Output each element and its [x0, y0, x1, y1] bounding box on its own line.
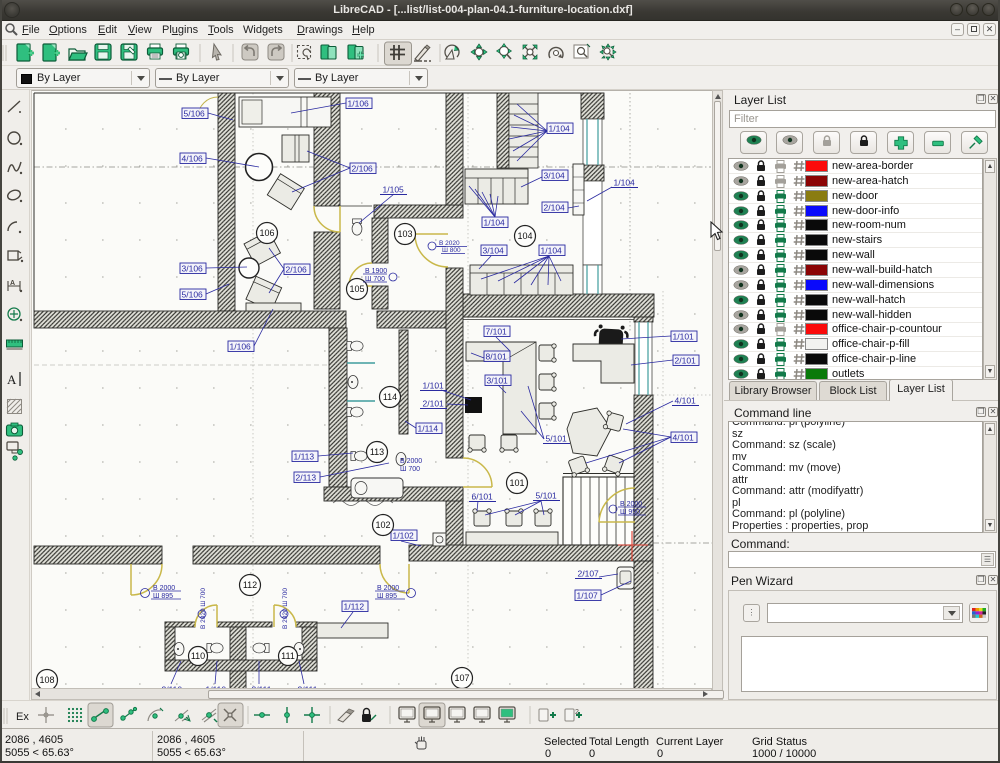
svg-text:1/107: 1/107: [577, 590, 599, 600]
svg-text:104: 104: [517, 231, 532, 241]
svg-text:1/105: 1/105: [383, 184, 405, 194]
svg-text:2/113: 2/113: [296, 472, 317, 482]
svg-text:1/104: 1/104: [614, 177, 636, 187]
svg-text:5/106: 5/106: [184, 108, 206, 118]
svg-text:5/106: 5/106: [182, 289, 204, 299]
svg-text:B 2020 Ш 700: B 2020 Ш 700: [282, 588, 289, 629]
svg-text:2/107: 2/107: [578, 568, 600, 578]
svg-text:3/104: 3/104: [483, 245, 505, 255]
svg-text:B 2020 Ш 700: B 2020 Ш 700: [200, 588, 207, 629]
svg-text:114: 114: [383, 392, 397, 402]
svg-text:1/104: 1/104: [541, 245, 563, 255]
svg-text:4/101: 4/101: [675, 395, 697, 405]
svg-text:A: A: [7, 372, 17, 387]
svg-text:2/104: 2/104: [544, 202, 566, 212]
svg-text:5/101: 5/101: [546, 433, 568, 443]
svg-text:1/101: 1/101: [673, 331, 695, 341]
svg-text:110: 110: [191, 651, 205, 661]
svg-text:102: 102: [375, 520, 390, 530]
svg-text:3/106: 3/106: [182, 263, 204, 273]
svg-text:2/101: 2/101: [675, 355, 697, 365]
svg-text:1/106: 1/106: [230, 341, 252, 351]
svg-text:106: 106: [259, 228, 274, 238]
svg-text:B 2020: B 2020: [439, 240, 460, 247]
svg-text:2: 2: [575, 709, 579, 716]
svg-text:107: 107: [454, 673, 469, 683]
svg-text:1/104: 1/104: [484, 217, 506, 227]
svg-text:6/101: 6/101: [472, 491, 494, 501]
svg-text:3/104: 3/104: [544, 170, 566, 180]
svg-text:103: 103: [397, 229, 412, 239]
svg-text:Ш 700: Ш 700: [400, 466, 420, 473]
svg-text:101: 101: [509, 478, 524, 488]
svg-text:4/106: 4/106: [182, 153, 204, 163]
svg-text:2/106: 2/106: [352, 163, 374, 173]
svg-text:4/101: 4/101: [673, 432, 695, 442]
svg-text:3/101: 3/101: [487, 375, 509, 385]
svg-text:108: 108: [39, 675, 54, 685]
svg-text:1/102: 1/102: [393, 530, 415, 540]
svg-text:2/106: 2/106: [286, 264, 308, 274]
svg-text:5/101: 5/101: [536, 490, 558, 500]
svg-text:1/101: 1/101: [423, 380, 445, 390]
svg-text:8/101: 8/101: [486, 351, 508, 361]
svg-text:1/112: 1/112: [344, 601, 365, 611]
svg-text:Ш 800: Ш 800: [442, 247, 461, 254]
svg-text:1/106: 1/106: [348, 98, 370, 108]
svg-text:105: 105: [349, 284, 364, 294]
svg-text:111: 111: [281, 651, 295, 661]
svg-text:1/104: 1/104: [549, 123, 571, 133]
svg-text:1/113: 1/113: [294, 451, 315, 461]
svg-text:113: 113: [370, 447, 384, 457]
svg-text:B 2000: B 2000: [400, 458, 422, 465]
svg-text:A: A: [10, 280, 15, 287]
svg-text:Ex: Ex: [16, 711, 29, 723]
svg-text:112: 112: [243, 580, 257, 590]
svg-text:7/101: 7/101: [486, 326, 508, 336]
svg-text:1/114: 1/114: [418, 423, 439, 433]
svg-text:2/101: 2/101: [423, 398, 445, 408]
